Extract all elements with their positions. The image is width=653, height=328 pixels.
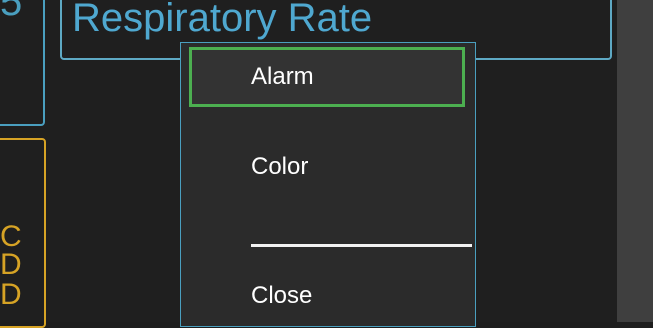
vital-tile-partial-teal[interactable]: 5 — [0, 0, 45, 126]
monitor-screen: 5 C D D Respiratory Rate Alarm Color Clo… — [0, 0, 653, 328]
vital-text-fragment: D — [0, 278, 22, 311]
menu-item-color[interactable]: Color — [189, 137, 465, 197]
menu-item-close[interactable]: Close — [189, 266, 465, 326]
context-menu: Alarm Color Close — [180, 42, 476, 327]
side-panel — [617, 0, 653, 322]
vital-tile-partial-yellow[interactable]: C D D — [0, 138, 46, 328]
tile-title: Respiratory Rate — [72, 0, 373, 40]
menu-item-label: Color — [251, 153, 309, 180]
menu-separator — [251, 244, 472, 247]
menu-item-label: Close — [251, 282, 313, 309]
vital-text-fragment: D — [0, 248, 22, 281]
vital-value-fragment: 5 — [0, 0, 23, 24]
menu-item-label: Alarm — [251, 63, 314, 90]
menu-item-alarm[interactable]: Alarm — [189, 47, 465, 107]
